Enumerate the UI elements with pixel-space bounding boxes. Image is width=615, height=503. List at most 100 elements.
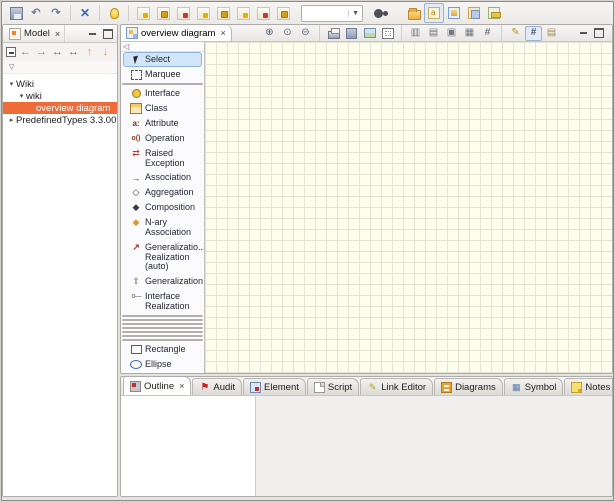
palette-drawer-common[interactable]: Common (122, 335, 203, 337)
tab-model[interactable]: Model × (5, 25, 65, 42)
collapse-all-button[interactable] (5, 44, 17, 60)
outline-content[interactable] (121, 396, 256, 496)
palette-tool-interface[interactable]: Interface (123, 86, 202, 101)
pencil-button[interactable] (507, 26, 524, 41)
nav-back-button[interactable] (18, 44, 33, 60)
el1-button[interactable] (133, 3, 153, 23)
zoom-out-button[interactable] (297, 26, 314, 41)
palette-tool-attribute[interactable]: Attribute (123, 116, 202, 131)
palette-tool-raised-exception[interactable]: Raised Exception (123, 146, 202, 170)
el4-button[interactable] (193, 3, 213, 23)
tree-item-overview-diagram[interactable]: overview diagram (3, 102, 117, 114)
palette-tool-ellipse[interactable]: Ellipse (123, 357, 202, 372)
maximize-icon[interactable] (102, 29, 113, 39)
palette-tool-select[interactable]: Select (123, 52, 202, 67)
lightbulb-button[interactable] (104, 3, 124, 23)
palette-tool-operation[interactable]: Operation (123, 131, 202, 146)
align-center-button[interactable] (443, 26, 460, 41)
palette-drawer-information-flo-[interactable]: Information Flo... (122, 331, 203, 333)
close-icon[interactable]: × (179, 381, 184, 391)
nav-fwd-button[interactable] (34, 44, 49, 60)
palette-drawer-instance-model[interactable]: Instance model (122, 323, 203, 325)
el6-button[interactable] (233, 3, 253, 23)
view4-button[interactable] (484, 3, 504, 23)
tab-symbol[interactable]: Symbol (504, 378, 564, 395)
undo-button[interactable] (26, 3, 46, 23)
zoom-in-button[interactable] (261, 26, 278, 41)
maximize-icon[interactable] (593, 28, 604, 38)
page-grid-button[interactable] (479, 26, 496, 41)
move-down-button[interactable] (98, 44, 113, 60)
palette-tool-rectangle[interactable]: Rectangle (123, 342, 202, 357)
align-h-button[interactable] (407, 26, 424, 41)
view2-button[interactable] (444, 3, 464, 23)
palette-drawer-component-mo-[interactable]: Component mo... (122, 319, 203, 321)
palette-tool-composition[interactable]: Composition (123, 200, 202, 215)
tab-audit[interactable]: Audit (192, 378, 242, 395)
link-purple-button[interactable] (66, 44, 81, 60)
minimize-icon[interactable] (87, 29, 98, 39)
redo-button[interactable] (46, 3, 66, 23)
palette-tool-marquee[interactable]: Marquee (123, 67, 202, 82)
binoculars-button[interactable] (368, 3, 388, 23)
collapse-left-icon: ◁ (123, 42, 129, 51)
el7-button[interactable] (253, 3, 273, 23)
palette-drawer-partial[interactable] (122, 315, 203, 317)
tab-overview-diagram[interactable]: overview diagram × (121, 25, 232, 41)
tree-item-wiki[interactable]: ▾wiki (3, 90, 117, 102)
zoom-reset-button[interactable] (279, 26, 296, 41)
view1-button[interactable] (424, 3, 444, 23)
diagram-canvas[interactable] (205, 42, 612, 373)
export-image-button[interactable] (361, 26, 378, 41)
bottom-panel: Outline×AuditElementScriptLink EditorDia… (120, 376, 613, 497)
configure-button[interactable] (75, 3, 95, 23)
layers-button[interactable] (543, 26, 560, 41)
palette-tool-class[interactable]: Class (123, 101, 202, 116)
el8-button[interactable] (273, 3, 293, 23)
close-icon[interactable]: × (220, 28, 225, 38)
tree-item-wiki[interactable]: ▾Wiki (3, 78, 117, 90)
el2-button[interactable] (153, 3, 173, 23)
tree-item-predefinedtypes-3-3-00[interactable]: ▸PredefinedTypes 3.3.00 (3, 114, 117, 126)
palette-drawer-class-model[interactable]: Class model« (122, 83, 203, 85)
close-icon[interactable]: × (55, 29, 60, 39)
align-middle-button[interactable] (461, 26, 478, 41)
snap-grid-button[interactable] (525, 26, 542, 41)
palette-tool-n-ary-association[interactable]: N-ary Association (123, 215, 202, 239)
folder-button[interactable] (404, 3, 424, 23)
palette-tool-text[interactable]: Text (123, 372, 202, 373)
minimize-icon[interactable] (578, 28, 589, 38)
palette-tool-aggregation[interactable]: Aggregation (123, 185, 202, 200)
fit-page-button[interactable] (379, 26, 396, 41)
palette-tool-generalization[interactable]: Generalization (123, 274, 202, 289)
palette-tool-association[interactable]: Association (123, 170, 202, 185)
tab-notes-and-constraints[interactable]: Notes and constraints (564, 378, 613, 395)
palette-tool-generalizatio-realization-auto-[interactable]: Generalizatio... Realization (auto) (123, 240, 202, 274)
el2-icon (157, 7, 170, 20)
view3-button[interactable] (464, 3, 484, 23)
tab-link-editor[interactable]: Link Editor (360, 378, 433, 395)
align-v-button[interactable] (425, 26, 442, 41)
move-up-button[interactable] (82, 44, 97, 60)
expander-down-icon[interactable]: ▾ (17, 92, 26, 100)
palette-drawer-imports-links[interactable]: Imports links (122, 327, 203, 329)
expander-right-icon[interactable]: ▸ (7, 116, 16, 124)
toolbar-combo[interactable]: ▼ (301, 5, 363, 22)
palette-tool-label: Class (145, 103, 168, 114)
palette-drawer-free-drawing[interactable]: Free drawing« (122, 339, 203, 341)
el5-button[interactable] (213, 3, 233, 23)
tab-diagrams[interactable]: Diagrams (434, 378, 503, 395)
flag-edge-button[interactable] (114, 44, 116, 60)
palette-tool-interface-realization[interactable]: Interface Realization (123, 289, 202, 313)
expander-down-icon[interactable]: ▾ (7, 80, 16, 88)
link-blue-button[interactable] (50, 44, 65, 60)
save-button[interactable] (6, 3, 26, 23)
tab-element[interactable]: Element (243, 378, 306, 395)
print-button[interactable] (325, 26, 342, 41)
save-small-button[interactable] (343, 26, 360, 41)
el3-button[interactable] (173, 3, 193, 23)
model-view-menu[interactable]: ▽ (3, 61, 117, 74)
tab-script[interactable]: Script (307, 378, 359, 395)
tab-outline[interactable]: Outline× (123, 376, 191, 395)
palette-collapse-row[interactable]: ◁ (121, 42, 204, 52)
